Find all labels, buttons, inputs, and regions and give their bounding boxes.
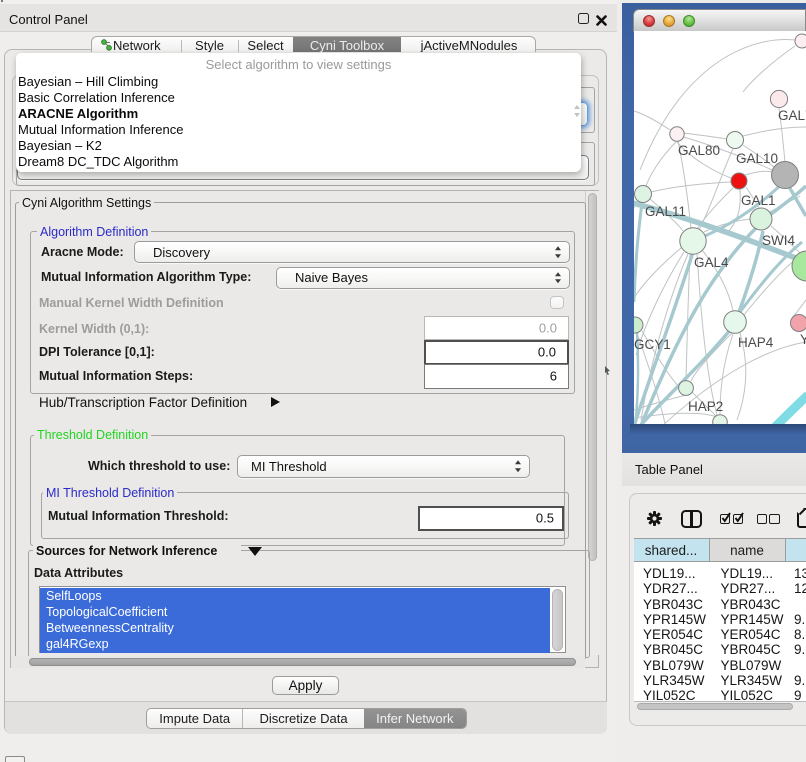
svg-text:GAL7: GAL7 bbox=[778, 108, 806, 123]
svg-text:GCY1: GCY1 bbox=[634, 337, 671, 352]
svg-text:GAL80: GAL80 bbox=[678, 143, 720, 158]
svg-text:GAL4: GAL4 bbox=[694, 255, 729, 270]
svg-text:GAL10: GAL10 bbox=[736, 151, 778, 166]
svg-text:Y: Y bbox=[800, 332, 806, 347]
svg-text:GAL11: GAL11 bbox=[645, 204, 686, 219]
svg-text:SWI4: SWI4 bbox=[762, 233, 795, 248]
svg-text:GAL1: GAL1 bbox=[741, 193, 776, 208]
svg-text:HAP4: HAP4 bbox=[738, 335, 774, 350]
svg-text:HAP2: HAP2 bbox=[688, 399, 723, 414]
